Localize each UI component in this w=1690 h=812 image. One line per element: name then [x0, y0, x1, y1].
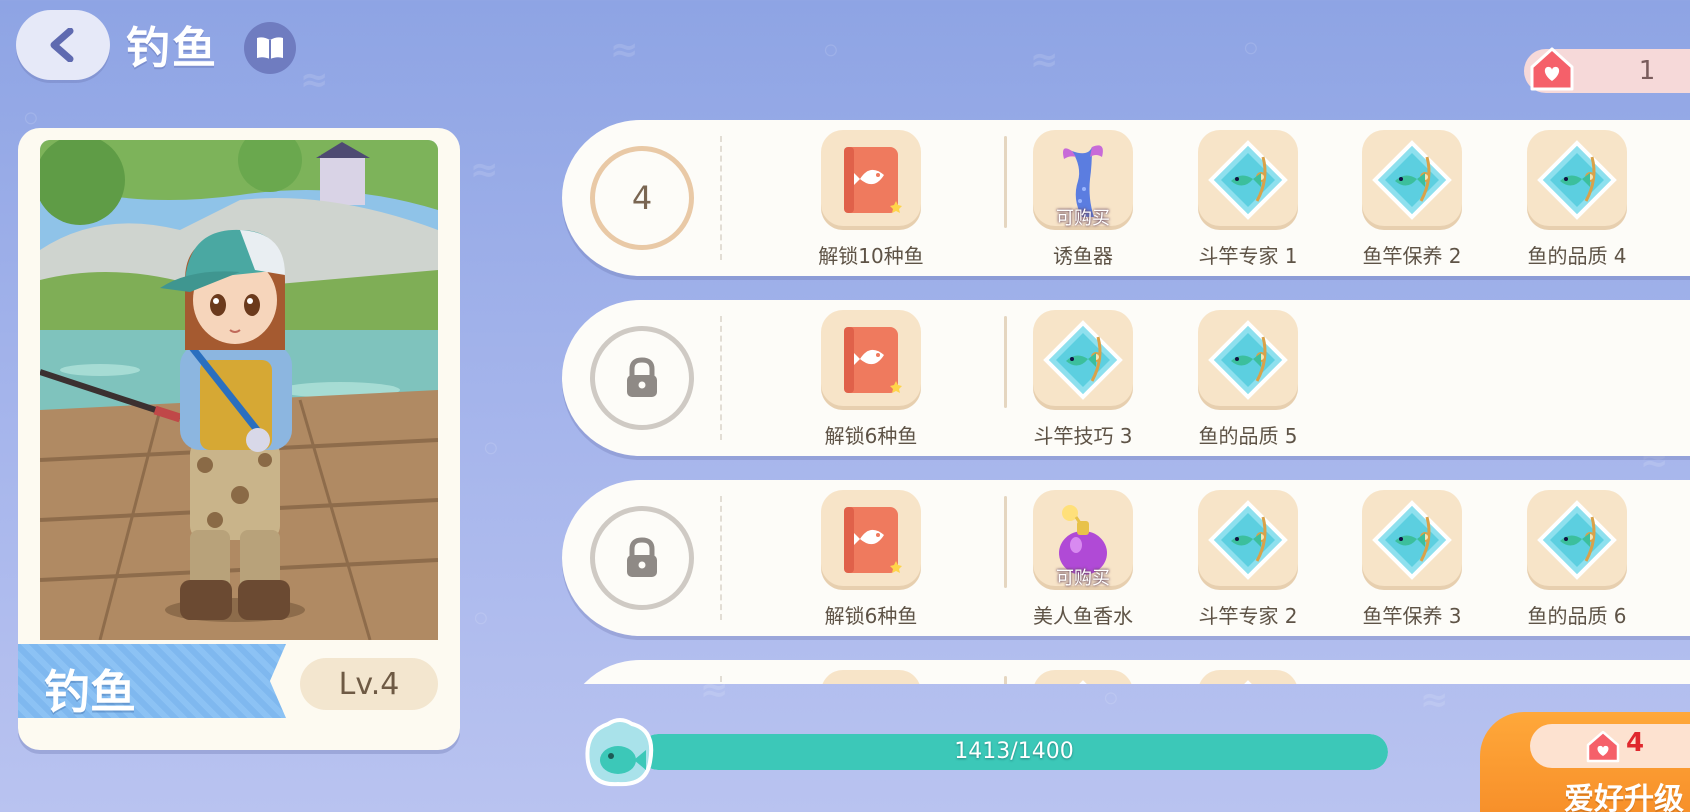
reward-item[interactable]: 鱼竿保养 2 [1342, 130, 1482, 270]
guide-book-button[interactable] [244, 22, 296, 74]
reward-label: 解锁6种鱼 [824, 604, 918, 628]
fishing-skill-icon [1208, 320, 1288, 400]
row-dashed-separator [720, 136, 722, 260]
reward-tile [821, 490, 921, 590]
row-dashed-separator [720, 316, 722, 440]
reward-tile [1198, 310, 1298, 410]
reward-row: 解锁6种鱼 斗竿技巧 3 鱼的品质 5 [562, 300, 1690, 456]
hobby-upgrade-button[interactable]: 4 爱好升级 [1480, 712, 1690, 812]
fishing-skill-icon [1537, 140, 1617, 220]
fishing-skill-icon [1208, 140, 1288, 220]
home-comfort-counter: 1 [1524, 47, 1690, 93]
reward-item[interactable]: 鱼的品质 5 [1178, 310, 1318, 450]
reward-row: 解锁6种鱼 可购买 美人鱼香水 斗竿专家 2 鱼竿保养 3 鱼的品质 6 [562, 480, 1690, 636]
reward-tile [1527, 490, 1627, 590]
fishing-skill-icon [1537, 500, 1617, 580]
progress-text: 1413/1400 [954, 739, 1074, 764]
lock-icon [627, 537, 657, 577]
row-divider [1004, 136, 1007, 228]
reward-item[interactable]: 可购买 美人鱼香水 [1013, 490, 1153, 630]
lock-icon [627, 357, 657, 397]
reward-item[interactable]: 鱼的品质 6 [1507, 490, 1647, 630]
reward-item[interactable] [1178, 670, 1318, 684]
reward-label: 鱼的品质 4 [1527, 244, 1627, 268]
reward-item[interactable]: 可购买 诱鱼器 [1013, 130, 1153, 270]
heart-house-icon [1586, 730, 1620, 763]
back-button[interactable] [16, 10, 110, 80]
reward-item[interactable] [1013, 670, 1153, 684]
page-title: 钓鱼 [126, 23, 218, 74]
purchasable-tag: 可购买 [1056, 208, 1110, 229]
reward-label: 斗竿专家 1 [1198, 244, 1298, 268]
row-level-circle: 4 [590, 146, 694, 250]
reward-item[interactable] [801, 670, 941, 684]
reward-item[interactable]: 解锁6种鱼 [801, 310, 941, 450]
reward-tile [1527, 130, 1627, 230]
fish-book-icon [844, 327, 902, 393]
fish-book-icon [844, 507, 902, 573]
reward-tile [1198, 130, 1298, 230]
reward-label: 解锁6种鱼 [824, 424, 918, 448]
reward-tile [821, 130, 921, 230]
reward-tile [1198, 490, 1298, 590]
locked-level-circle [590, 326, 694, 430]
reward-list[interactable]: 4 解锁10种鱼 可购买 诱鱼器 斗竿专家 1 鱼竿保养 2 鱼的品质 4 解锁6种鱼 斗竿技巧… [560, 110, 1690, 684]
reward-label: 解锁10种鱼 [818, 244, 924, 268]
locked-level-circle [590, 506, 694, 610]
reward-label: 鱼的品质 6 [1527, 604, 1627, 628]
row-divider [1004, 316, 1007, 408]
fishing-character-illustration [40, 140, 438, 640]
reward-item[interactable]: 鱼的品质 4 [1507, 130, 1647, 270]
reward-item[interactable]: 斗竿技巧 3 [1013, 310, 1153, 450]
purchasable-tag: 可购买 [1056, 568, 1110, 589]
character-card: 钓鱼 Lv.4 [18, 128, 460, 750]
home-counter-value: 1 [1638, 56, 1656, 86]
fishing-skill-icon [1208, 500, 1288, 580]
fishing-skill-icon [1244, 680, 1252, 684]
reward-item[interactable]: 解锁10种鱼 [801, 130, 941, 270]
reward-label: 斗竿技巧 3 [1033, 424, 1133, 448]
reward-tile [1362, 490, 1462, 590]
row-dashed-separator [720, 496, 722, 620]
reward-label: 鱼竿保养 3 [1362, 604, 1462, 628]
fishing-skill-icon [1372, 140, 1452, 220]
reward-item[interactable]: 解锁6种鱼 [801, 490, 941, 630]
back-arrow-icon [50, 28, 74, 62]
upgrade-cost: 4 [1530, 724, 1690, 768]
reward-row: 4 解锁10种鱼 可购买 诱鱼器 斗竿专家 1 鱼竿保养 2 鱼的品质 4 [562, 120, 1690, 276]
row-dashed-separator [720, 676, 722, 684]
experience-progress: 1413/1400 [578, 712, 1390, 796]
reward-item[interactable]: 鱼竿保养 3 [1342, 490, 1482, 630]
reward-tile [821, 670, 921, 684]
row-divider [1004, 676, 1007, 684]
heart-house-icon [1530, 47, 1574, 91]
fishing-skill-icon [1372, 500, 1452, 580]
upgrade-cost-value: 4 [1626, 728, 1645, 758]
fish-book-icon [844, 147, 902, 213]
fish-book-icon [830, 679, 912, 684]
row-divider [1004, 496, 1007, 588]
reward-tile [1198, 670, 1298, 684]
reward-row [562, 660, 1690, 684]
hobby-name: 钓鱼 [44, 665, 136, 719]
reward-label: 诱鱼器 [1053, 244, 1113, 268]
reward-label: 鱼的品质 5 [1198, 424, 1298, 448]
upgrade-label: 爱好升级 [1564, 782, 1684, 812]
reward-label: 鱼竿保养 2 [1362, 244, 1462, 268]
reward-item[interactable]: 斗竿专家 1 [1178, 130, 1318, 270]
reward-label: 斗竿专家 2 [1198, 604, 1298, 628]
hobby-level-badge: Lv.4 [300, 658, 438, 710]
fishing-skill-icon [1043, 320, 1123, 400]
reward-tile [1033, 310, 1133, 410]
reward-item[interactable]: 斗竿专家 2 [1178, 490, 1318, 630]
reward-tile [1362, 130, 1462, 230]
fish-shell-icon [585, 718, 654, 787]
reward-tile [1033, 670, 1133, 684]
book-icon [257, 37, 283, 59]
reward-label: 美人鱼香水 [1033, 604, 1133, 628]
fishing-skill-icon [1079, 680, 1087, 684]
reward-tile [821, 310, 921, 410]
